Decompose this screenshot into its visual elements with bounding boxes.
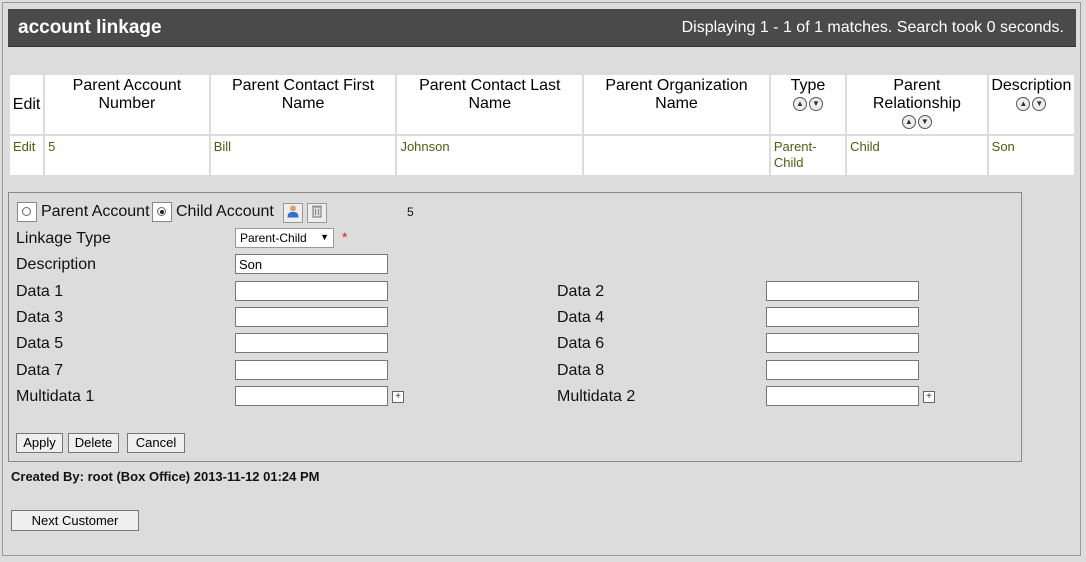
column-header-type: Type ▲ ▼ [770, 75, 846, 134]
page-title: account linkage [18, 17, 162, 38]
search-status: Displaying 1 - 1 of 1 matches. Search to… [681, 19, 1064, 36]
data5-label: Data 5 [16, 335, 64, 352]
data8-input[interactable] [766, 360, 919, 380]
child-account-radio[interactable] [152, 202, 172, 222]
data8-label: Data 8 [557, 362, 605, 379]
data6-input[interactable] [766, 333, 919, 353]
data4-label: Data 4 [557, 309, 605, 326]
column-header-edit: Edit [10, 75, 44, 134]
multidata1-input[interactable] [235, 386, 388, 406]
data3-label: Data 3 [16, 309, 64, 326]
column-header-parent-relationship: Parent Relationship ▲ ▼ [847, 75, 987, 134]
multidata1-label: Multidata 1 [16, 388, 95, 405]
sort-ascending-icon[interactable]: ▲ [1016, 96, 1031, 111]
column-header-description: Description ▲ ▼ [988, 75, 1074, 134]
data1-input[interactable] [235, 281, 388, 301]
column-header-parent-organization-name: Parent Organization Name [584, 75, 769, 134]
sort-descending-icon[interactable]: ▼ [917, 114, 932, 129]
sort-descending-icon[interactable]: ▼ [1032, 96, 1047, 111]
child-account-label: Child Account [176, 203, 274, 220]
linkage-type-select[interactable]: Parent-Child ▼ [235, 228, 334, 248]
column-header-parent-contact-last-name: Parent Contact Last Name [397, 75, 583, 134]
cell-parent-relationship: Child [847, 136, 987, 175]
data4-input[interactable] [766, 307, 919, 327]
data2-input[interactable] [766, 281, 919, 301]
cancel-button[interactable]: Cancel [127, 433, 185, 453]
cell-parent-last-name: Johnson [397, 136, 583, 175]
linkage-table: Edit Parent Account Number Parent Contac… [8, 73, 1076, 177]
created-by-text: Created By: root (Box Office) 2013-11-12… [11, 469, 320, 484]
next-customer-button[interactable]: Next Customer [11, 510, 139, 531]
description-input[interactable] [235, 254, 388, 274]
column-header-parent-contact-first-name: Parent Contact First Name [210, 75, 396, 134]
edit-link[interactable]: Edit [10, 136, 44, 175]
cell-description: Son [988, 136, 1074, 175]
data7-label: Data 7 [16, 362, 64, 379]
plus-box-icon[interactable]: + [923, 391, 935, 403]
sort-descending-icon[interactable]: ▼ [808, 96, 823, 111]
table-row: Edit 5 Bill Johnson Parent-Child Child S… [10, 136, 1074, 175]
plus-box-icon[interactable]: + [392, 391, 404, 403]
account-number-value: 5 [407, 205, 414, 219]
parent-account-label: Parent Account [41, 203, 150, 220]
data5-input[interactable] [235, 333, 388, 353]
person-icon[interactable] [283, 203, 303, 223]
data6-label: Data 6 [557, 335, 605, 352]
data7-input[interactable] [235, 360, 388, 380]
title-bar: account linkage Displaying 1 - 1 of 1 ma… [8, 9, 1076, 47]
sort-ascending-icon[interactable]: ▲ [901, 114, 916, 129]
linkage-type-value: Parent-Child [240, 231, 307, 245]
cell-parent-organization [584, 136, 769, 175]
parent-account-radio[interactable] [17, 202, 37, 222]
linkage-type-label: Linkage Type [16, 230, 111, 247]
description-label: Description [16, 256, 97, 273]
trash-icon[interactable] [307, 203, 327, 223]
data1-label: Data 1 [16, 283, 64, 300]
cell-parent-account-number: 5 [45, 136, 209, 175]
multidata2-input[interactable] [766, 386, 919, 406]
cell-type: Parent-Child [770, 136, 846, 175]
column-header-parent-account-number: Parent Account Number [45, 75, 209, 134]
cell-parent-first-name: Bill [210, 136, 396, 175]
multidata2-label: Multidata 2 [557, 388, 636, 405]
delete-button[interactable]: Delete [68, 433, 119, 453]
required-marker: * [342, 229, 348, 245]
sort-ascending-icon[interactable]: ▲ [792, 96, 807, 111]
chevron-down-icon: ▼ [320, 232, 329, 242]
linkage-edit-panel [8, 192, 1022, 462]
data3-input[interactable] [235, 307, 388, 327]
data2-label: Data 2 [557, 283, 605, 300]
table-header-row: Edit Parent Account Number Parent Contac… [10, 75, 1074, 134]
apply-button[interactable]: Apply [16, 433, 63, 453]
